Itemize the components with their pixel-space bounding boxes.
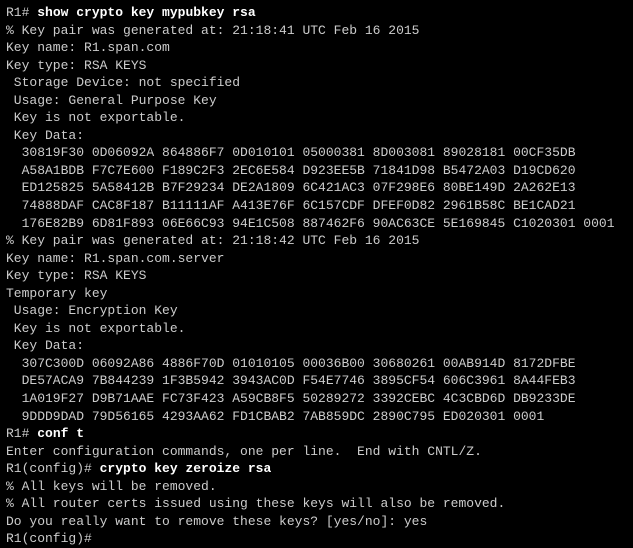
output-text: Usage: General Purpose Key [6,93,217,108]
output-text: Key type: RSA KEYS [6,268,146,283]
output-text: % All keys will be removed. [6,479,217,494]
terminal-line: R1(config)# crypto key zeroize rsa [6,460,627,478]
terminal-line: Key is not exportable. [6,109,627,127]
terminal-line: ED125825 5A58412B B7F29234 DE2A1809 6C42… [6,179,627,197]
terminal-line: 176E82B9 6D81F893 06E66C93 94E1C508 8874… [6,215,627,233]
terminal-line: Key Data: [6,127,627,145]
output-text: 307C300D 06092A86 4886F70D 01010105 0003… [6,356,576,371]
terminal-line: 1A019F27 D9B71AAE FC73F423 A59CB8F5 5028… [6,390,627,408]
cli-prompt: R1# [6,426,37,441]
terminal-line: % All router certs issued using these ke… [6,495,627,513]
output-text: DE57ACA9 7B844239 1F3B5942 3943AC0D F54E… [6,373,576,388]
terminal-line: 30819F30 0D06092A 864886F7 0D010101 0500… [6,144,627,162]
terminal-line: Usage: General Purpose Key [6,92,627,110]
terminal-line: Key is not exportable. [6,320,627,338]
output-text: A58A1BDB F7C7E600 F189C2F3 2EC6E584 D923… [6,163,576,178]
terminal-line: R1# show crypto key mypubkey rsa [6,4,627,22]
output-text: % Key pair was generated at: 21:18:42 UT… [6,233,419,248]
cli-prompt: R1(config)# [6,531,92,546]
output-text: Storage Device: not specified [6,75,240,90]
terminal-line: % All keys will be removed. [6,478,627,496]
cli-command: conf t [37,426,84,441]
output-text: Key Data: [6,128,84,143]
output-text: Key is not exportable. [6,110,185,125]
terminal-line: R1(config)# [6,530,627,548]
terminal-line: R1# conf t [6,425,627,443]
output-text: Key type: RSA KEYS [6,58,146,73]
cli-command: crypto key zeroize rsa [100,461,272,476]
output-text: Temporary key [6,286,107,301]
cli-prompt: R1# [6,5,37,20]
output-text: Key Data: [6,338,84,353]
output-text: Enter configuration commands, one per li… [6,444,482,459]
output-text: Key name: R1.span.com [6,40,170,55]
terminal-line: Key name: R1.span.com [6,39,627,57]
output-text: Key name: R1.span.com.server [6,251,224,266]
terminal-line: % Key pair was generated at: 21:18:42 UT… [6,232,627,250]
output-text: Usage: Encryption Key [6,303,178,318]
terminal-line: 307C300D 06092A86 4886F70D 01010105 0003… [6,355,627,373]
terminal-line: Enter configuration commands, one per li… [6,443,627,461]
output-text: 74888DAF CAC8F187 B11111AF A413E76F 6C15… [6,198,576,213]
output-text: 1A019F27 D9B71AAE FC73F423 A59CB8F5 5028… [6,391,576,406]
terminal-line: 74888DAF CAC8F187 B11111AF A413E76F 6C15… [6,197,627,215]
output-text: Key is not exportable. [6,321,185,336]
terminal-line: % Key pair was generated at: 21:18:41 UT… [6,22,627,40]
terminal-line: Usage: Encryption Key [6,302,627,320]
terminal-line: Key type: RSA KEYS [6,57,627,75]
output-text: 176E82B9 6D81F893 06E66C93 94E1C508 8874… [6,216,615,231]
terminal-line: Storage Device: not specified [6,74,627,92]
terminal-line: 9DDD9DAD 79D56165 4293AA62 FD1CBAB2 7AB8… [6,408,627,426]
output-text: Do you really want to remove these keys?… [6,514,427,529]
terminal-line: DE57ACA9 7B844239 1F3B5942 3943AC0D F54E… [6,372,627,390]
terminal-line: Key Data: [6,337,627,355]
terminal-line: A58A1BDB F7C7E600 F189C2F3 2EC6E584 D923… [6,162,627,180]
terminal-line: Do you really want to remove these keys?… [6,513,627,531]
output-text: 30819F30 0D06092A 864886F7 0D010101 0500… [6,145,576,160]
terminal-output[interactable]: R1# show crypto key mypubkey rsa% Key pa… [6,4,627,548]
output-text: % Key pair was generated at: 21:18:41 UT… [6,23,419,38]
output-text: % All router certs issued using these ke… [6,496,505,511]
terminal-line: Key name: R1.span.com.server [6,250,627,268]
output-text: ED125825 5A58412B B7F29234 DE2A1809 6C42… [6,180,576,195]
terminal-line: Temporary key [6,285,627,303]
output-text: 9DDD9DAD 79D56165 4293AA62 FD1CBAB2 7AB8… [6,409,544,424]
cli-prompt: R1(config)# [6,461,100,476]
cli-command: show crypto key mypubkey rsa [37,5,255,20]
terminal-line: Key type: RSA KEYS [6,267,627,285]
